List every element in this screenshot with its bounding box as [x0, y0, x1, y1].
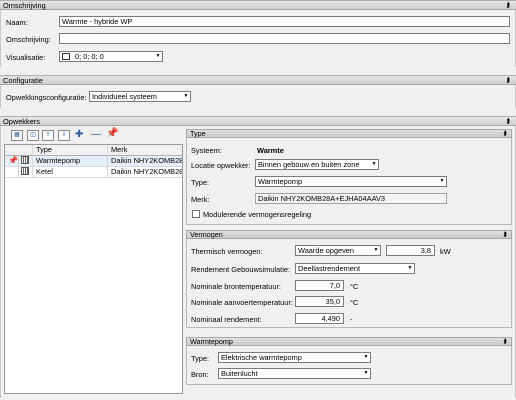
color-swatch	[62, 53, 70, 60]
import-icon[interactable]: ⇧	[42, 130, 54, 141]
chevron-down-icon[interactable]: ▼	[369, 160, 378, 169]
thermisch-unit: kW	[440, 247, 451, 256]
bron-temp-label: Nominale brontemperatuur:	[191, 282, 281, 291]
wp-bron-select[interactable]: Buitenlucht ▼	[218, 368, 371, 379]
opwekkingsconfiguratie-select[interactable]: Individueel systeem ▼	[89, 91, 191, 102]
opwekkers-header[interactable]: Opwekkers ⮭	[0, 116, 516, 126]
rendement-label: Rendement Gebouwsimulatie:	[191, 265, 291, 274]
add-icon[interactable]: ✚	[75, 129, 83, 140]
locatie-value: Binnen gebouw en buiten zone	[258, 160, 360, 169]
aanvoer-unit: °C	[350, 298, 359, 307]
nom-rend-label: Nominaal rendement:	[191, 315, 262, 324]
omschrijving-input[interactable]	[59, 33, 510, 44]
opwekkers-title: Opwekkers	[3, 117, 40, 126]
chevron-down-icon[interactable]: ▼	[361, 353, 370, 362]
opwekkingsconfiguratie-label: Opwekkingsconfiguratie:	[6, 93, 87, 102]
bron-temp-unit: °C	[350, 282, 359, 291]
type-value: Warmtepomp	[258, 177, 303, 186]
type-label: Type:	[191, 178, 210, 187]
omschrijving-label: Omschrijving:	[6, 35, 51, 44]
opwekkingsconfiguratie-value: Individueel systeem	[92, 92, 157, 101]
column-header-type[interactable]: Type	[33, 145, 108, 156]
boiler-icon	[19, 167, 33, 178]
type-panel-header[interactable]: Type ⮭	[186, 129, 512, 138]
copy-icon[interactable]: ◫	[27, 130, 39, 141]
locatie-label: Locatie opwekker:	[191, 161, 251, 170]
selected-pin-icon: 📌	[5, 156, 19, 167]
wp-type-value: Elektrische warmtepomp	[221, 353, 302, 362]
warmtepomp-panel-header[interactable]: Warmtepomp ⮭	[186, 337, 512, 346]
vermogen-panel-header[interactable]: Vermogen ⮭	[186, 230, 512, 239]
bron-temp-input[interactable]: 7,0	[295, 280, 344, 291]
thermisch-label: Thermisch vermogen:	[191, 247, 263, 256]
remove-icon[interactable]: —	[91, 129, 101, 140]
thermisch-value-input[interactable]: 3,8	[386, 245, 435, 256]
chevron-down-icon[interactable]: ▼	[181, 92, 190, 101]
nom-rend-input[interactable]: 4,490	[295, 313, 344, 324]
rendement-select[interactable]: Deellastrendement ▼	[295, 263, 415, 274]
systeem-value: Warmte	[257, 146, 284, 155]
chevron-down-icon[interactable]: ▼	[405, 264, 414, 273]
thermisch-select[interactable]: Waarde opgeven ▼	[295, 245, 381, 256]
merk-label: Merk:	[191, 195, 210, 204]
type-select[interactable]: Warmtepomp ▼	[255, 176, 447, 187]
configuratie-header[interactable]: Configuratie ⮭	[0, 75, 516, 85]
visualisatie-value: 0; 0; 0; 0	[75, 52, 104, 61]
wp-bron-label: Bron:	[191, 370, 209, 379]
wp-bron-value: Buitenlucht	[221, 369, 258, 378]
wp-type-label: Type:	[191, 354, 210, 363]
collapse-icon[interactable]: ⮭	[503, 338, 507, 346]
grid-header-row: Type Merk	[5, 145, 182, 156]
chevron-down-icon[interactable]: ▼	[153, 52, 162, 61]
column-header-merk[interactable]: Merk	[108, 145, 182, 156]
omschrijving-title: Omschrijving	[3, 1, 46, 10]
visualisatie-select[interactable]: 0; 0; 0; 0 ▼	[59, 51, 163, 62]
chevron-down-icon[interactable]: ▼	[361, 369, 370, 378]
merk-field[interactable]: Daikin NHY2KOMB28A+EJHA04AAV3	[255, 193, 447, 204]
collapse-icon[interactable]: ⮭	[506, 76, 510, 85]
row-type: Ketel	[33, 167, 108, 178]
collapse-icon[interactable]: ⮭	[506, 117, 510, 126]
chevron-down-icon[interactable]: ▼	[371, 246, 380, 255]
add-generator-icon[interactable]: ▦	[11, 130, 23, 141]
nom-rend-unit: -	[350, 315, 353, 324]
collapse-icon[interactable]: ⮭	[506, 1, 510, 10]
rendement-value: Deellastrendement	[298, 264, 361, 273]
heatpump-icon	[19, 156, 33, 167]
thermisch-select-value: Waarde opgeven	[298, 246, 355, 255]
modulerende-checkbox[interactable]	[192, 210, 200, 218]
export-icon[interactable]: ⇩	[58, 130, 70, 141]
systeem-label: Systeem:	[191, 146, 222, 155]
collapse-icon[interactable]: ⮭	[503, 231, 507, 239]
table-row[interactable]: Ketel Daikin NHY2KOMB28	[5, 167, 182, 178]
row-type: Warmtepomp	[33, 156, 108, 167]
generators-grid: Type Merk 📌 Warmtepomp Daikin NHY2KOMB28…	[4, 144, 183, 394]
naam-input[interactable]: Warmte - hybride WP	[59, 16, 510, 27]
table-row[interactable]: 📌 Warmtepomp Daikin NHY2KOMB28	[5, 156, 182, 167]
naam-label: Naam:	[6, 18, 28, 27]
row-merk: Daikin NHY2KOMB28	[111, 167, 182, 176]
warmtepomp-panel-title: Warmtepomp	[190, 337, 233, 346]
wp-type-select[interactable]: Elektrische warmtepomp ▼	[218, 352, 371, 363]
collapse-icon[interactable]: ⮭	[503, 130, 507, 138]
type-panel-title: Type	[190, 129, 206, 138]
modulerende-label: Modulerende vermogensregeling	[203, 210, 312, 219]
vermogen-panel-title: Vermogen	[190, 230, 223, 239]
row-merk: Daikin NHY2KOMB28	[111, 156, 182, 165]
chevron-down-icon[interactable]: ▼	[437, 177, 446, 186]
pin-icon[interactable]: 📌	[106, 128, 118, 139]
locatie-select[interactable]: Binnen gebouw en buiten zone ▼	[255, 159, 379, 170]
visualisatie-label: Visualisatie:	[6, 53, 46, 62]
aanvoer-label: Nominale aanvoertemperatuur:	[191, 298, 293, 307]
omschrijving-header[interactable]: Omschrijving ⮭	[0, 0, 516, 10]
aanvoer-input[interactable]: 35,0	[295, 296, 344, 307]
configuratie-title: Configuratie	[3, 76, 43, 85]
